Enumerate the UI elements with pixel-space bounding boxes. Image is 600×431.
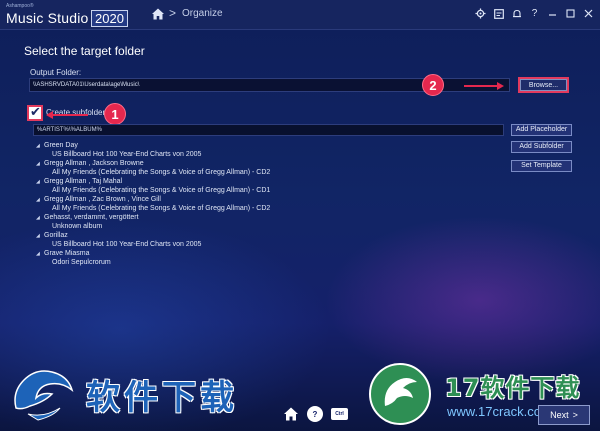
collapse-triangle-icon[interactable]: ◢	[36, 196, 44, 205]
keyboard-shortcut-icon[interactable]: Ctrl	[331, 408, 348, 420]
tree-leaf[interactable]: US Billboard Hot 100 Year-End Charts von…	[33, 150, 503, 159]
tree-leaf[interactable]: All My Friends (Celebrating the Songs & …	[33, 186, 503, 195]
tree-leaf[interactable]: All My Friends (Celebrating the Songs & …	[33, 168, 503, 177]
notification-icon[interactable]	[509, 6, 524, 21]
help-icon[interactable]: ?	[307, 406, 323, 422]
page-title: Select the target folder	[24, 44, 145, 58]
tree-node[interactable]: ◢ Gregg Allman , Zac Brown , Vince Gill	[33, 195, 503, 204]
minimize-icon[interactable]	[545, 6, 560, 21]
collapse-triangle-icon[interactable]: ◢	[36, 142, 44, 151]
tree-node[interactable]: ◢ Green Day	[33, 141, 503, 150]
annotation-badge-2: 2	[422, 74, 444, 96]
breadcrumb-separator: >	[169, 6, 177, 20]
watermark-left: 软件下载	[8, 362, 280, 426]
home-icon[interactable]	[283, 406, 299, 422]
tree-node[interactable]: ◢ Gregg Allman , Jackson Browne	[33, 159, 503, 168]
title-bar: Ashampoo® Music Studio 2020 > Organize ?	[0, 0, 600, 30]
annotation-arrow-1	[46, 111, 88, 119]
next-button-label: Next	[550, 410, 569, 420]
tree-leaf[interactable]: US Billboard Hot 100 Year-End Charts von…	[33, 240, 503, 249]
checkmark-icon: ✔	[30, 104, 41, 119]
settings-icon[interactable]	[473, 6, 488, 21]
browse-button[interactable]: Browse...	[518, 77, 569, 93]
tree-leaf[interactable]: Unknown album	[33, 222, 503, 231]
tree-node[interactable]: ◢ Gehasst, verdammt, vergöttert	[33, 213, 503, 222]
home-icon[interactable]	[151, 7, 165, 21]
preferences-icon[interactable]	[491, 6, 506, 21]
vendor-label: Ashampoo®	[6, 3, 34, 9]
set-template-button[interactable]: Set Template	[511, 160, 572, 172]
close-icon[interactable]	[581, 6, 596, 21]
app-year-badge: 2020	[91, 10, 128, 27]
watermark-right-title: 17软件下载	[445, 374, 581, 402]
watermark-left-text: 软件下载	[86, 378, 238, 418]
tree-node[interactable]: ◢ Gregg Allman , Taj Mahal	[33, 177, 503, 186]
add-subfolder-button[interactable]: Add Subfolder	[511, 141, 572, 153]
subfolder-pattern-input[interactable]: %ARTIST%\%ALBUM%	[33, 124, 504, 136]
app-window: Ashampoo® Music Studio 2020 > Organize ?	[0, 0, 600, 431]
watermark-right-url: www.17crack.com	[447, 404, 552, 419]
help-icon[interactable]: ?	[527, 6, 542, 21]
browse-button-label: Browse...	[520, 79, 567, 91]
annotation-badge-1: 1	[104, 103, 126, 125]
tree-node[interactable]: ◢ Gorillaz	[33, 231, 503, 240]
dragon-logo-icon	[14, 370, 74, 421]
chevron-right-icon: >	[572, 410, 578, 420]
collapse-triangle-icon[interactable]: ◢	[36, 160, 44, 169]
breadcrumb: Organize	[182, 8, 223, 19]
footer-icons: ? Ctrl	[283, 406, 348, 422]
create-subfolder-checkbox[interactable]: ✔	[27, 104, 43, 121]
tree-leaf[interactable]: All My Friends (Celebrating the Songs & …	[33, 204, 503, 213]
next-button[interactable]: Next >	[538, 405, 590, 425]
window-controls: ?	[473, 6, 596, 21]
annotation-arrow-2	[464, 82, 504, 90]
collapse-triangle-icon[interactable]: ◢	[36, 214, 44, 223]
tree-node[interactable]: ◢ Grave Miasma	[33, 249, 503, 258]
add-placeholder-button[interactable]: Add Placeholder	[511, 124, 572, 136]
maximize-icon[interactable]	[563, 6, 578, 21]
collapse-triangle-icon[interactable]: ◢	[36, 232, 44, 241]
tree-leaf[interactable]: Odori Sepulcrorum	[33, 258, 503, 267]
app-name: Music Studio	[6, 10, 89, 26]
dragon-circle-logo-icon	[369, 363, 431, 425]
collapse-triangle-icon[interactable]: ◢	[36, 178, 44, 187]
output-folder-label: Output Folder:	[30, 68, 82, 77]
collapse-triangle-icon[interactable]: ◢	[36, 250, 44, 259]
